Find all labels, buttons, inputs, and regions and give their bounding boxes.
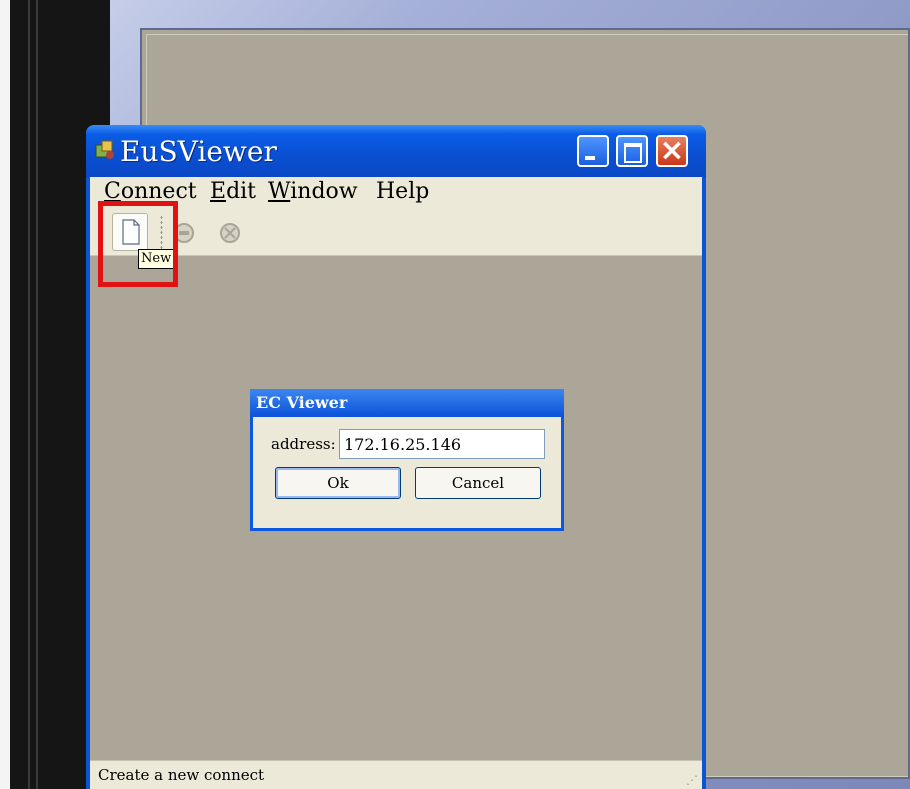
maximize-button[interactable]	[616, 135, 648, 167]
desktop-left-edge	[0, 0, 10, 789]
window-title: EuSViewer	[120, 135, 277, 168]
dialog-title[interactable]: EC Viewer	[250, 389, 564, 417]
menu-bar: Connect Edit Window Help	[90, 177, 702, 207]
dialog-body: address: Ok Cancel	[253, 417, 561, 528]
ok-button[interactable]: Ok	[275, 467, 401, 499]
app-icon	[95, 140, 114, 159]
close-icon: ×	[659, 133, 685, 168]
highlight-box	[98, 201, 178, 287]
toolbar	[90, 207, 702, 256]
menu-help[interactable]: Help	[376, 179, 429, 204]
menu-window[interactable]: Window	[268, 179, 358, 204]
minimize-button[interactable]	[577, 135, 609, 167]
ec-viewer-dialog: EC Viewer address: Ok Cancel	[250, 389, 564, 531]
status-text: Create a new connect	[98, 766, 265, 784]
minimize-icon	[585, 156, 595, 160]
disconnect-icon[interactable]	[216, 219, 244, 247]
resize-grip-icon[interactable]: ⋰	[686, 773, 698, 787]
address-input[interactable]	[339, 429, 545, 459]
address-label: address:	[271, 435, 336, 453]
menu-edit[interactable]: Edit	[210, 179, 256, 204]
title-bar[interactable]: EuSViewer ×	[86, 125, 706, 177]
status-bar: Create a new connect ⋰	[90, 760, 702, 789]
cancel-button[interactable]: Cancel	[415, 467, 541, 499]
maximize-icon	[624, 143, 642, 163]
close-button[interactable]: ×	[656, 133, 688, 168]
